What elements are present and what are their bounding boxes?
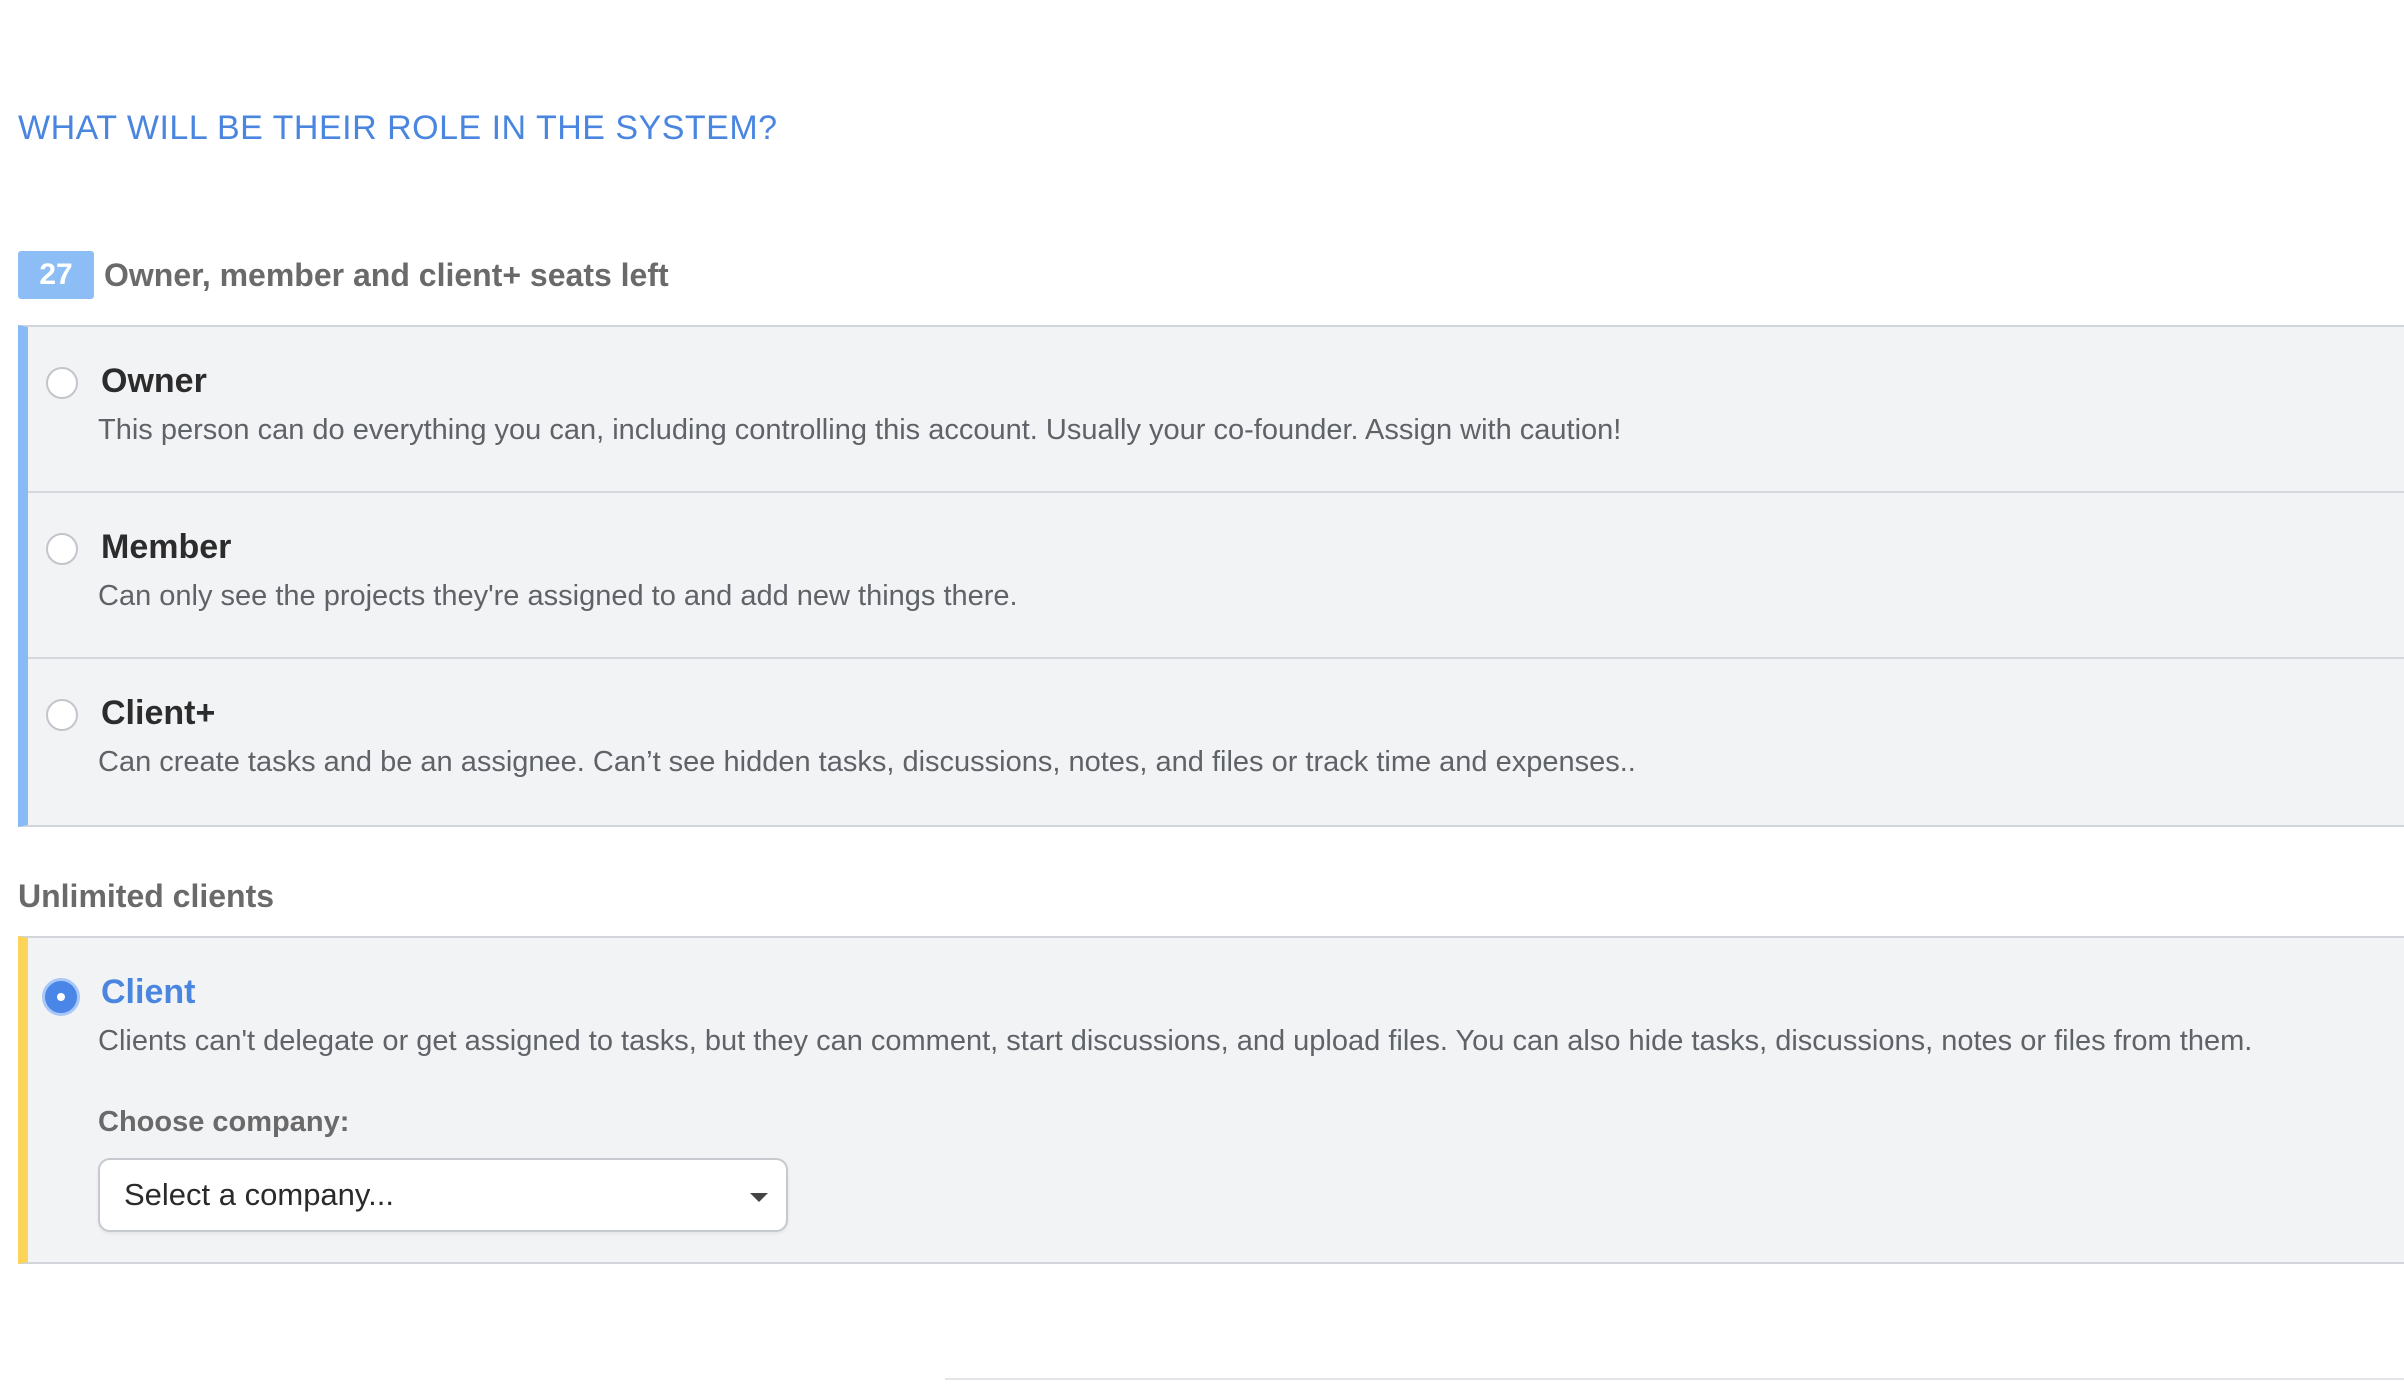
seats-left-label: Owner, member and client+ seats left (104, 256, 669, 293)
role-description-owner: This person can do everything you can, i… (98, 414, 1622, 446)
company-select[interactable]: Select a company... (98, 1158, 788, 1232)
radio-unchecked-icon[interactable] (46, 367, 78, 399)
divider (945, 1378, 2404, 1380)
unlimited-clients-label: Unlimited clients (18, 878, 275, 914)
role-description-client: Clients can't delegate or get assigned t… (98, 1025, 2253, 1057)
seats-count-badge: 27 (18, 251, 94, 299)
choose-company-label: Choose company: (98, 1106, 350, 1138)
radio-checked-icon[interactable] (42, 978, 80, 1016)
role-description-client-plus: Can create tasks and be an assignee. Can… (98, 746, 1636, 778)
role-title-member: Member (101, 528, 232, 566)
role-title-client: Client (101, 973, 196, 1011)
role-title-client-plus: Client+ (101, 694, 216, 732)
client-role-group: Client Clients can't delegate or get ass… (18, 936, 2404, 1264)
role-option-client-plus[interactable]: Client+ Can create tasks and be an assig… (28, 659, 2404, 825)
seats-left-row: 27 Owner, member and client+ seats left (18, 250, 669, 300)
radio-unchecked-icon[interactable] (46, 699, 78, 731)
role-option-client[interactable]: Client Clients can't delegate or get ass… (28, 938, 2404, 1262)
caret-down-icon[interactable] (750, 1193, 768, 1202)
page-title: WHAT WILL BE THEIR ROLE IN THE SYSTEM? (18, 109, 778, 147)
radio-unchecked-icon[interactable] (46, 533, 78, 565)
company-select-value: Select a company... (124, 1177, 394, 1212)
role-title-owner: Owner (101, 362, 207, 400)
role-option-owner[interactable]: Owner This person can do everything you … (28, 327, 2404, 493)
role-option-member[interactable]: Member Can only see the projects they're… (28, 493, 2404, 659)
role-description-member: Can only see the projects they're assign… (98, 580, 1018, 612)
paid-roles-group: Owner This person can do everything you … (18, 325, 2404, 827)
role-selection-page: WHAT WILL BE THEIR ROLE IN THE SYSTEM? 2… (0, 0, 2404, 1400)
